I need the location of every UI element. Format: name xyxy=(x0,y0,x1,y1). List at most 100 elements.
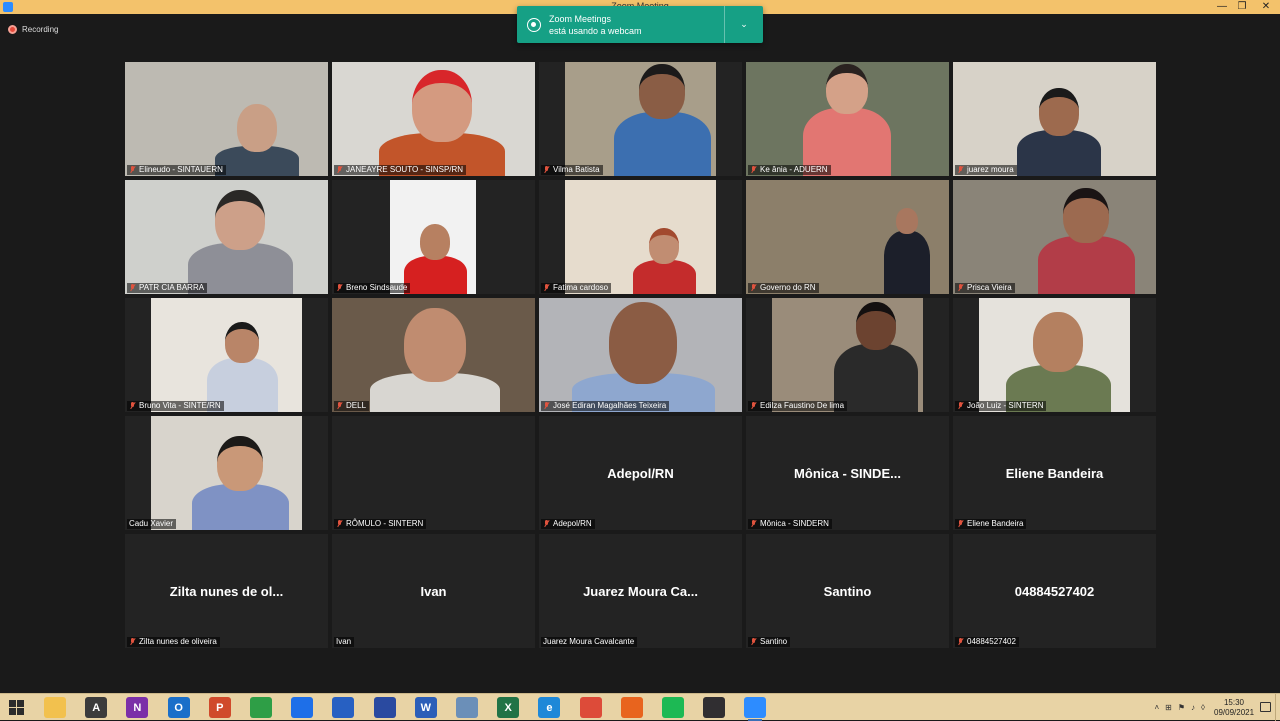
minimize-button[interactable]: — xyxy=(1212,0,1232,14)
participant-video xyxy=(125,62,328,176)
participant-name: Fatima cardoso xyxy=(553,283,609,292)
participant-name: João Luiz - SINTERN xyxy=(967,401,1044,410)
participant-tile[interactable]: Breno Sindsaude xyxy=(332,180,535,294)
tray-icon[interactable]: ⚑ xyxy=(1178,703,1185,712)
participant-face xyxy=(404,308,466,382)
participant-video xyxy=(565,180,716,294)
obs-icon[interactable] xyxy=(703,697,726,718)
recording-indicator[interactable]: Recording xyxy=(8,23,58,35)
system-tray[interactable]: ˄ ⊞ ⚑ ♪ ◊ xyxy=(1155,703,1206,712)
participant-name-label: JANEAYRE SOUTO - SINSP/RN xyxy=(334,165,467,175)
word-icon[interactable]: W xyxy=(414,697,437,718)
participant-tile[interactable]: Prisca Vieira xyxy=(953,180,1156,294)
notifications-icon[interactable] xyxy=(1260,702,1271,712)
participant-tile[interactable]: Ivan Ivan xyxy=(332,534,535,648)
participant-tile[interactable]: Governo do RN xyxy=(746,180,949,294)
taskbar-clock[interactable]: 15:30 09/09/2021 xyxy=(1214,698,1254,718)
show-desktop-button[interactable] xyxy=(1275,694,1280,721)
participant-tile[interactable]: Vilma Batista xyxy=(539,62,742,176)
clock-time: 15:30 xyxy=(1223,698,1245,707)
excel-icon[interactable]: X xyxy=(497,697,520,718)
participant-name-label: Vilma Batista xyxy=(541,165,603,175)
muted-microphone-icon xyxy=(750,638,757,646)
windows-taskbar: ANOP W Xe ˄ ⊞ ⚑ ♪ ◊ 15:30 09/09/2021 xyxy=(0,693,1280,721)
participant-tile[interactable]: DELL xyxy=(332,298,535,412)
chevron-down-icon[interactable]: ⌄ xyxy=(725,19,763,30)
participant-tile[interactable]: Cadu Xavier xyxy=(125,416,328,530)
participant-tile[interactable]: Adepol/RN Adepol/RN xyxy=(539,416,742,530)
spotify-icon[interactable] xyxy=(662,697,684,718)
participant-tile[interactable]: Bruno Vita - SINTE/RN xyxy=(125,298,328,412)
tray-icon[interactable]: ˄ xyxy=(1155,703,1160,712)
participant-tile[interactable]: Elineudo - SINTAUERN xyxy=(125,62,328,176)
participant-tile[interactable]: Fatima cardoso xyxy=(539,180,742,294)
tray-icon[interactable]: ♪ xyxy=(1191,703,1195,712)
participant-name-label: Fatima cardoso xyxy=(541,283,612,293)
outlook-icon[interactable]: O xyxy=(167,697,190,718)
powerpoint-icon[interactable]: P xyxy=(208,697,231,718)
file-explorer-icon[interactable] xyxy=(44,697,66,718)
participant-video xyxy=(390,180,476,294)
participant-tile[interactable]: PATR CIA BARRA xyxy=(125,180,328,294)
participant-face xyxy=(896,208,918,234)
participant-body xyxy=(403,255,467,294)
participant-name-label: Prisca Vieira xyxy=(955,283,1015,293)
participant-video xyxy=(332,62,535,176)
participant-video xyxy=(125,180,328,294)
participant-face xyxy=(826,64,868,114)
participant-face xyxy=(1033,312,1083,372)
participant-name: José Ediran Magalhães Teixeira xyxy=(553,401,667,410)
participant-tile[interactable]: Edilza Faustino De lima xyxy=(746,298,949,412)
typora-icon[interactable]: A xyxy=(85,697,108,718)
participant-name-label: Zilta nunes de oliveira xyxy=(127,637,220,647)
notification-message: está usando a webcam xyxy=(549,25,642,36)
edge-icon[interactable]: e xyxy=(538,697,561,718)
notepad-icon[interactable] xyxy=(456,697,478,718)
participant-tile[interactable]: 04884527402 04884527402 xyxy=(953,534,1156,648)
restore-button[interactable]: ❐ xyxy=(1232,0,1252,14)
participant-tile[interactable]: Ke ânia - ADUERN xyxy=(746,62,949,176)
participant-tile[interactable]: Santino Santino xyxy=(746,534,949,648)
qr-app-icon[interactable] xyxy=(332,697,355,718)
participant-tile[interactable]: Zilta nunes de ol... Zilta nunes de olive… xyxy=(125,534,328,648)
muted-microphone-icon xyxy=(543,520,550,528)
muted-microphone-icon xyxy=(750,166,757,174)
participant-face xyxy=(225,322,259,363)
participant-name: Prisca Vieira xyxy=(967,283,1012,292)
participant-name: DELL xyxy=(346,401,367,410)
firefox-icon[interactable] xyxy=(620,697,643,718)
muted-microphone-icon xyxy=(957,638,964,646)
webcam-notification[interactable]: Zoom Meetings está usando a webcam ⌄ xyxy=(517,6,763,43)
participant-name: Elineudo - SINTAUERN xyxy=(139,165,223,174)
participant-name-label: Governo do RN xyxy=(748,283,819,293)
zoom-icon[interactable] xyxy=(744,697,767,721)
participant-tile[interactable]: Mônica - SINDE... Mônica - SINDERN xyxy=(746,416,949,530)
tray-icon[interactable]: ◊ xyxy=(1201,703,1205,712)
participant-body xyxy=(884,231,930,294)
participant-tile[interactable]: Eliene Bandeira Eliene Bandeira xyxy=(953,416,1156,530)
chrome-icon[interactable] xyxy=(579,697,602,718)
calculator-icon[interactable] xyxy=(250,697,272,718)
onenote-icon[interactable]: N xyxy=(126,697,149,718)
participant-name: Eliene Bandeira xyxy=(967,519,1024,528)
tray-icon[interactable]: ⊞ xyxy=(1165,703,1172,712)
participant-video xyxy=(746,62,949,176)
participant-body xyxy=(1037,236,1135,294)
notification-title: Zoom Meetings xyxy=(549,13,612,24)
participant-name-label: Juarez Moura Cavalcante xyxy=(541,637,638,647)
participant-name-label: Eliene Bandeira xyxy=(955,519,1027,529)
participant-tile[interactable]: José Ediran Magalhães Teixeira xyxy=(539,298,742,412)
participant-name-label: Santino xyxy=(748,637,791,647)
participant-display-name: Zilta nunes de ol... xyxy=(169,584,284,599)
participant-tile[interactable]: RÔMULO - SINTERN xyxy=(332,416,535,530)
close-button[interactable]: ✕ xyxy=(1256,0,1276,14)
photos-icon[interactable] xyxy=(373,697,396,718)
participant-tile[interactable]: juarez moura xyxy=(953,62,1156,176)
participant-tile[interactable]: JANEAYRE SOUTO - SINSP/RN xyxy=(332,62,535,176)
participant-name-label: PATR CIA BARRA xyxy=(127,283,208,293)
participant-tile[interactable]: Juarez Moura Ca... Juarez Moura Cavalcant… xyxy=(539,534,742,648)
participant-tile[interactable]: João Luiz - SINTERN xyxy=(953,298,1156,412)
start-button[interactable] xyxy=(0,694,34,721)
dropbox-icon[interactable] xyxy=(291,697,314,718)
participant-name-label: Mônica - SINDERN xyxy=(748,519,832,529)
